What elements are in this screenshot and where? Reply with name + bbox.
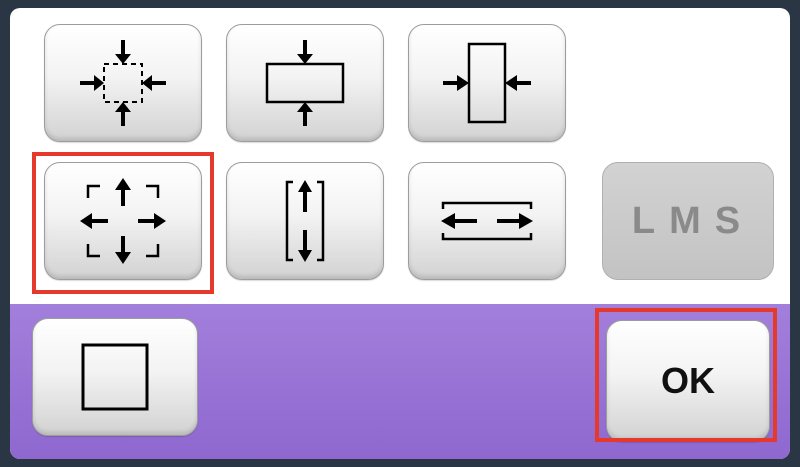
expand-all-sides-icon [80,178,166,264]
square-icon [81,343,149,411]
shrink-vertical-button[interactable] [226,24,384,142]
shrink-horizontal-icon [443,42,531,124]
ok-label: OK [661,360,715,401]
size-lms-button: LMS [602,162,774,280]
lms-l-label: L [631,199,660,242]
shrink-vertical-icon [265,40,345,126]
lms-label: LMS [627,200,749,243]
shrink-all-sides-icon [80,40,166,126]
shrink-horizontal-button[interactable] [408,24,566,142]
expand-all-sides-button[interactable] [44,162,202,280]
ok-button[interactable]: OK [606,320,770,442]
square-frame-button[interactable] [32,318,198,436]
expand-vertical-button[interactable] [226,162,384,280]
shrink-all-sides-button[interactable] [44,24,202,142]
expand-horizontal-icon [441,201,533,241]
lms-m-label: M [669,199,705,242]
lms-s-label: S [714,199,745,242]
expand-vertical-icon [285,180,325,262]
expand-horizontal-button[interactable] [408,162,566,280]
size-dialog: LMS OK [10,8,790,459]
